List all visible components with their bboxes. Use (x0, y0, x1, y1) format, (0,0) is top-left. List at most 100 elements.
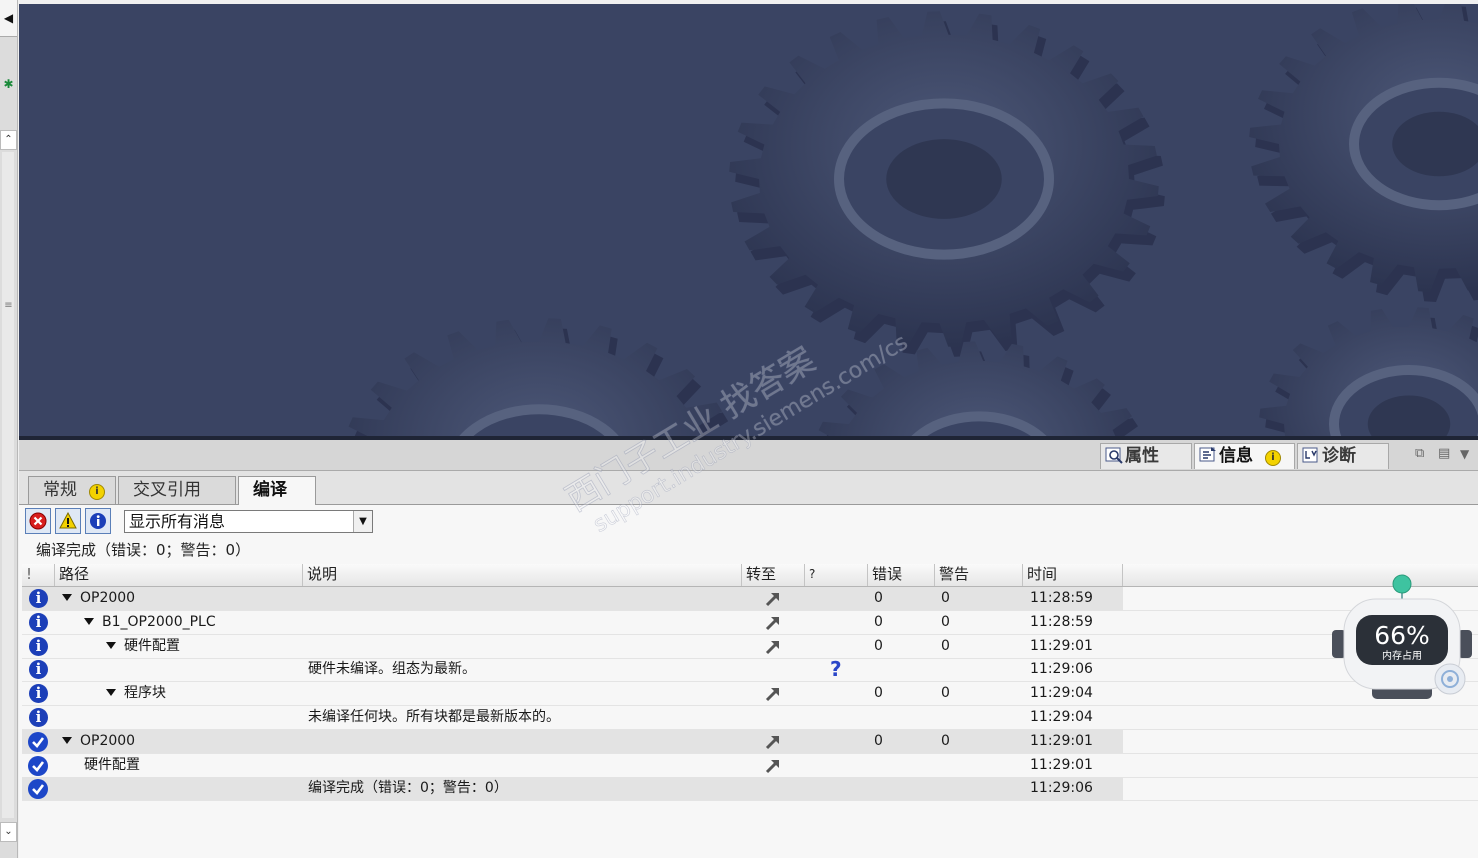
select-value: 显示所有消息 (129, 512, 226, 531)
row-background (22, 682, 1123, 705)
expand-arrow-icon[interactable] (84, 617, 94, 625)
info-icon: i (29, 708, 48, 727)
table-row[interactable]: OP2000 0 0 11:29:01 (22, 729, 1478, 754)
compile-messages-panel: 显示所有消息 ▼ 编译完成（错误：0；警告：0） ! 路径 说明 转至 ? 错误… (19, 505, 1478, 858)
path-cell[interactable]: 程序块 (106, 682, 166, 705)
path-text: 硬件配置 (84, 756, 140, 773)
goto-arrow-icon[interactable] (764, 638, 782, 656)
subtab-label: 交叉引用 (133, 480, 201, 500)
col-description[interactable]: 说明 (303, 564, 742, 586)
path-cell[interactable]: 硬件配置 (106, 635, 180, 658)
message-filter-select[interactable]: 显示所有消息 ▼ (124, 510, 373, 533)
memory-label: 内存占用 (1382, 649, 1422, 662)
expand-arrow-icon[interactable] (62, 736, 72, 744)
errors-cell: 0 (874, 637, 883, 654)
col-status[interactable]: ! (22, 564, 55, 586)
help-icon[interactable]: ? (830, 658, 842, 681)
tab-label: 属性 (1125, 446, 1159, 466)
time-cell: 11:29:01 (1030, 637, 1093, 654)
add-icon[interactable]: ✱ (0, 66, 17, 102)
time-cell: 11:28:59 (1030, 613, 1093, 630)
scroll-up-button[interactable]: ⌃ (0, 130, 17, 150)
row-background (22, 658, 1123, 681)
table-row[interactable]: i 硬件未编译。组态为最新。? 11:29:06 (22, 658, 1478, 683)
col-time[interactable]: 时间 (1023, 564, 1123, 586)
goto-arrow-icon[interactable] (764, 614, 782, 632)
info-subtabs: 常规 i 交叉引用 编译 (19, 471, 1478, 505)
goto-arrow-icon[interactable] (764, 757, 782, 775)
properties-icon (1105, 447, 1123, 464)
path-cell[interactable]: OP2000 (62, 587, 135, 610)
goto-arrow-icon[interactable] (764, 733, 782, 751)
info-icon: i (29, 589, 48, 608)
path-cell[interactable]: B1_OP2000_PLC (84, 611, 216, 634)
goto-arrow-icon[interactable] (764, 685, 782, 703)
table-row[interactable]: 硬件配置 11:29:01 (22, 754, 1478, 778)
success-check-icon (28, 779, 48, 800)
warning-filter-button[interactable] (55, 508, 81, 534)
col-goto[interactable]: 转至 (742, 564, 805, 586)
workspace-area (19, 4, 1478, 436)
tab-diagnostics[interactable]: 诊断 (1297, 443, 1389, 469)
dropdown-arrow-icon[interactable]: ▼ (1460, 447, 1469, 461)
warning-filter-icon (59, 512, 77, 529)
table-row[interactable]: i OP2000 0 0 11:28:59 (22, 587, 1478, 611)
subtab-label: 编译 (253, 480, 287, 500)
info-filter-icon (90, 513, 106, 529)
layout-icon[interactable]: ▤ (1438, 446, 1450, 461)
table-row[interactable]: i 程序块 0 0 11:29:04 (22, 682, 1478, 707)
goto-arrow-icon[interactable] (764, 590, 782, 608)
subtab-label: 常规 (43, 480, 77, 500)
col-warnings[interactable]: 警告 (935, 564, 1023, 586)
restore-icon[interactable]: ⧉ (1415, 446, 1424, 461)
tab-properties[interactable]: 属性 (1100, 443, 1192, 469)
subtab-cross-reference[interactable]: 交叉引用 (118, 476, 236, 504)
row-background (22, 706, 1123, 729)
memory-percent: 66% (1374, 621, 1430, 650)
errors-cell: 0 (874, 732, 883, 749)
tab-info[interactable]: 信息 i (1194, 443, 1295, 469)
expand-arrow-icon[interactable] (62, 594, 72, 601)
table-header: ! 路径 说明 转至 ? 错误 警告 时间 (22, 564, 1478, 587)
table-row[interactable]: i 未编译任何块。所有块都是最新版本的。 11:29:04 (22, 706, 1478, 730)
scroll-down-button[interactable]: ⌄ (0, 822, 17, 842)
path-cell[interactable]: OP2000 (62, 730, 135, 753)
table-row[interactable]: i 硬件配置 0 0 11:29:01 (22, 635, 1478, 659)
collapse-arrow-icon[interactable]: ◀ (0, 0, 17, 37)
errors-cell: 0 (874, 685, 883, 702)
time-cell: 11:29:04 (1030, 685, 1093, 702)
row-background (22, 754, 1123, 777)
description-cell: 编译完成（错误：0；警告：0） (308, 780, 508, 797)
path-text: 硬件配置 (124, 637, 180, 654)
diagnostics-icon (1302, 447, 1318, 463)
warnings-cell: 0 (941, 637, 950, 654)
row-background (22, 635, 1123, 658)
path-cell[interactable]: 硬件配置 (84, 754, 140, 777)
time-cell: 11:29:06 (1030, 661, 1093, 678)
path-text: B1_OP2000_PLC (102, 613, 216, 630)
path-text: OP2000 (80, 732, 136, 749)
errors-cell: 0 (874, 613, 883, 630)
expand-arrow-icon[interactable] (106, 689, 116, 697)
memory-usage-widget[interactable]: 66% 内存占用 (1330, 573, 1476, 708)
table-row[interactable]: 编译完成（错误：0；警告：0） 11:29:06 (22, 777, 1478, 802)
col-help[interactable]: ? (805, 564, 868, 586)
tab-label: 诊断 (1322, 446, 1356, 466)
grip-icon[interactable]: ≡ (0, 298, 17, 314)
error-filter-button[interactable] (25, 508, 51, 534)
chevron-down-icon[interactable]: ▼ (353, 511, 372, 532)
col-errors[interactable]: 错误 (868, 564, 935, 586)
subtab-compile[interactable]: 编译 (238, 476, 316, 505)
time-cell: 11:28:59 (1030, 590, 1093, 606)
compile-summary: 编译完成（错误：0；警告：0） (36, 541, 251, 559)
col-path[interactable]: 路径 (55, 564, 303, 586)
info-filter-button[interactable] (85, 508, 111, 534)
table-row[interactable]: i B1_OP2000_PLC 0 0 11:28:59 (22, 611, 1478, 635)
subtab-general[interactable]: 常规 i (28, 476, 116, 504)
gears-background (19, 4, 1478, 436)
scrollbar-track[interactable] (2, 152, 14, 818)
warnings-cell: 0 (941, 613, 950, 630)
errors-cell: 0 (874, 590, 883, 606)
expand-arrow-icon[interactable] (106, 641, 116, 649)
info-icon (1199, 447, 1216, 462)
